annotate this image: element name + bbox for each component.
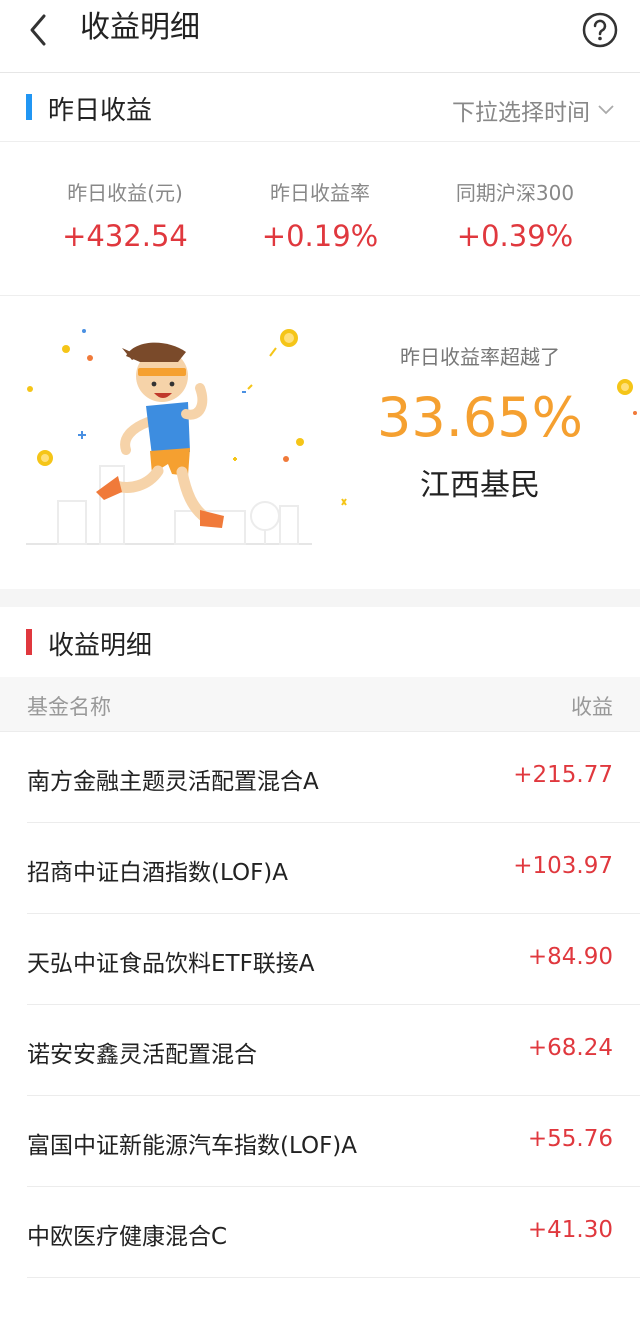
column-profit: 收益 [571, 695, 613, 719]
beat-region: 江西基民 [420, 468, 540, 503]
fund-profit: +103.97 [513, 853, 613, 879]
fund-name: 富国中证新能源汽车指数(LOF)A [27, 1133, 358, 1159]
stat-label: 同期沪深300 [455, 181, 575, 205]
fund-name: 南方金融主题灵活配置混合A [27, 769, 319, 795]
fund-list: 南方金融主题灵活配置混合A +215.77 招商中证白酒指数(LOF)A +10… [0, 732, 640, 1318]
section-title-yesterday: 昨日收益 [48, 96, 153, 126]
beat-percentage: 33.65% [377, 386, 583, 449]
stat-label: 昨日收益(元) [67, 181, 183, 205]
list-item[interactable]: 南方金融主题灵活配置混合A +215.77 [0, 732, 640, 823]
fund-name: 中欧医疗健康混合C [27, 1224, 228, 1250]
yesterday-section-header: 昨日收益 下拉选择时间 [0, 73, 640, 142]
section-accent-bar [26, 94, 32, 120]
divider [27, 1277, 640, 1278]
column-fund-name: 基金名称 [27, 695, 111, 719]
stat-label: 昨日收益率 [270, 181, 370, 205]
yesterday-stats: 昨日收益(元) +432.54 昨日收益率 +0.19% 同期沪深300 +0.… [0, 142, 640, 296]
list-overflow [0, 1278, 640, 1318]
list-item[interactable]: 诺安安鑫灵活配置混合 +68.24 [0, 1005, 640, 1096]
list-item[interactable]: 中欧医疗健康混合C +41.30 [0, 1187, 640, 1278]
fund-name: 招商中证白酒指数(LOF)A [27, 860, 289, 886]
fund-profit: +41.30 [527, 1217, 613, 1243]
help-circle-icon[interactable] [582, 12, 618, 48]
ranking-card: 昨日收益率超越了 33.65% 江西基民 [0, 296, 640, 589]
stat-yesterday-profit: 昨日收益(元) +432.54 [25, 180, 225, 254]
section-title-detail: 收益明细 [48, 631, 153, 661]
stat-value: +0.39% [456, 219, 574, 253]
fund-profit: +68.24 [527, 1035, 613, 1061]
section-accent-bar [26, 629, 32, 655]
stat-hs300: 同期沪深300 +0.39% [415, 180, 615, 254]
fund-name: 诺安安鑫灵活配置混合 [27, 1042, 257, 1068]
detail-section-header: 收益明细 [0, 607, 640, 677]
list-item[interactable]: 富国中证新能源汽车指数(LOF)A +55.76 [0, 1096, 640, 1187]
fund-profit: +84.90 [527, 944, 613, 970]
beat-label: 昨日收益率超越了 [400, 345, 560, 369]
time-dropdown-label: 下拉选择时间 [452, 100, 590, 126]
page-title: 收益明细 [80, 10, 200, 45]
table-header: 基金名称 收益 [0, 677, 640, 732]
fund-profit: +215.77 [513, 762, 613, 788]
fund-name: 天弘中证食品饮料ETF联接A [27, 951, 315, 977]
chevron-down-icon [598, 105, 614, 115]
stat-yesterday-rate: 昨日收益率 +0.19% [220, 180, 420, 254]
back-arrow-icon[interactable] [22, 12, 58, 48]
stat-value: +0.19% [261, 219, 379, 253]
stat-value: +432.54 [62, 219, 188, 253]
list-item[interactable]: 天弘中证食品饮料ETF联接A +84.90 [0, 914, 640, 1005]
time-dropdown[interactable]: 下拉选择时间 [452, 93, 614, 127]
fund-profit: +55.76 [527, 1126, 613, 1152]
list-item[interactable]: 招商中证白酒指数(LOF)A +103.97 [0, 823, 640, 914]
top-bar: 收益明细 [0, 0, 640, 73]
